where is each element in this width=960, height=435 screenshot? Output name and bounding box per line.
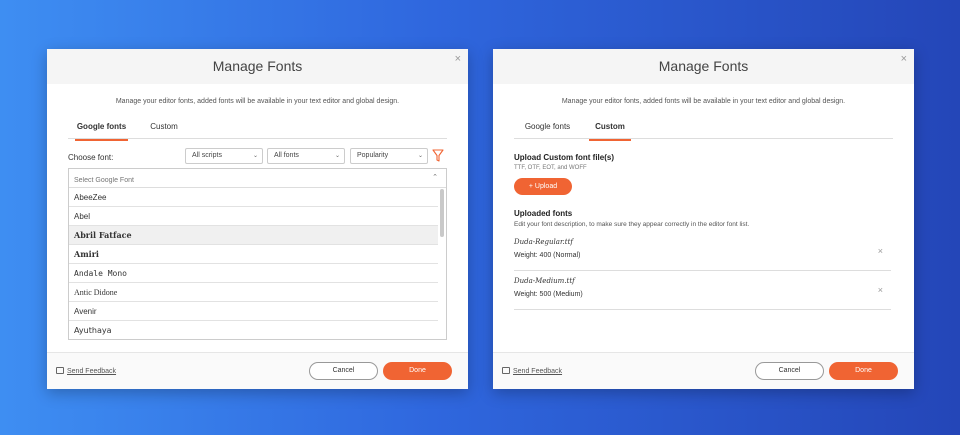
dialog-footer: Send Feedback Cancel Done <box>493 352 914 389</box>
font-list-item[interactable]: Abel <box>69 207 438 226</box>
upload-formats-hint: TTF, OTF, EOT, and WOFF <box>514 165 587 171</box>
tab-custom[interactable]: Custom <box>589 122 631 141</box>
feedback-icon <box>56 367 64 374</box>
fonts-select-value: All fonts <box>274 152 299 159</box>
tab-google-fonts[interactable]: Google fonts <box>75 122 128 141</box>
font-list-item[interactable]: Abril Fatface <box>69 226 438 245</box>
choose-font-label: Choose font: <box>68 153 114 162</box>
chevron-down-icon: ⌄ <box>252 153 258 159</box>
done-button[interactable]: Done <box>829 362 898 380</box>
font-list-item[interactable]: Avenir <box>69 302 438 321</box>
dialog-header: Manage Fonts × <box>47 49 468 84</box>
done-button[interactable]: Done <box>383 362 452 380</box>
send-feedback-label: Send Feedback <box>513 368 563 375</box>
dialog-title: Manage Fonts <box>212 58 303 74</box>
font-list-item[interactable]: Antic Didone <box>69 283 438 302</box>
tab-bar: Google fonts Custom <box>514 119 893 141</box>
uploaded-fonts-title: Uploaded fonts <box>514 209 573 218</box>
dialog-title: Manage Fonts <box>658 58 749 74</box>
uploaded-fonts-description: Edit your font description, to make sure… <box>514 221 750 228</box>
font-search-row: ⌃ <box>69 169 446 190</box>
chevron-down-icon: ⌄ <box>417 153 423 159</box>
font-list-item[interactable]: AbeeZee <box>69 188 438 207</box>
font-list-item[interactable]: Andale Mono <box>69 264 438 283</box>
send-feedback-link[interactable]: Send Feedback <box>502 367 562 375</box>
font-list-item[interactable]: Ayuthaya <box>69 321 438 339</box>
cancel-button[interactable]: Cancel <box>755 362 824 380</box>
tab-bar: Google fonts Custom <box>68 119 447 141</box>
uploaded-font-row: Duda-Medium.ttf Weight: 500 (Medium) × <box>514 274 891 310</box>
chevron-up-icon[interactable]: ⌃ <box>432 173 438 181</box>
upload-button[interactable]: + Upload <box>514 178 572 195</box>
font-list-item[interactable]: Amiri <box>69 245 438 264</box>
plus-icon: + <box>528 183 533 190</box>
filter-icon[interactable] <box>432 149 444 162</box>
dialog-subtitle: Manage your editor fonts, added fonts wi… <box>115 98 400 105</box>
cancel-button[interactable]: Cancel <box>309 362 378 380</box>
uploaded-font-row: Duda-Regular.ttf Weight: 400 (Normal) × <box>514 235 891 271</box>
sort-select[interactable]: Popularity ⌄ <box>350 148 428 164</box>
font-file-weight[interactable]: Weight: 500 (Medium) <box>514 291 583 298</box>
font-search-input[interactable] <box>69 171 409 190</box>
sort-select-value: Popularity <box>357 152 389 159</box>
chevron-down-icon: ⌄ <box>334 153 340 159</box>
dialog-header: Manage Fonts × <box>493 49 914 84</box>
feedback-icon <box>502 367 510 374</box>
fonts-category-select[interactable]: All fonts ⌄ <box>267 148 345 164</box>
dialog-subtitle: Manage your editor fonts, added fonts wi… <box>561 98 846 105</box>
tab-google-fonts[interactable]: Google fonts <box>521 122 574 139</box>
font-items: AbeeZee Abel Abril Fatface Amiri Andale Mono… <box>69 188 446 339</box>
manage-fonts-dialog-custom: Manage Fonts × Manage your editor fonts,… <box>493 49 914 389</box>
send-feedback-link[interactable]: Send Feedback <box>56 367 116 375</box>
dialog-footer: Send Feedback Cancel Done <box>47 352 468 389</box>
upload-section-title: Upload Custom font file(s) <box>514 153 614 162</box>
upload-button-label: Upload <box>534 183 558 190</box>
manage-fonts-dialog-google: Manage Fonts × Manage your editor fonts,… <box>47 49 468 389</box>
list-scrollbar[interactable] <box>440 189 444 237</box>
font-file-name[interactable]: Duda-Regular.ttf <box>514 238 573 246</box>
send-feedback-label: Send Feedback <box>67 368 117 375</box>
tab-custom[interactable]: Custom <box>148 122 180 139</box>
remove-icon[interactable]: × <box>878 285 883 295</box>
font-file-weight[interactable]: Weight: 400 (Normal) <box>514 252 580 259</box>
remove-icon[interactable]: × <box>878 246 883 256</box>
google-font-list: ⌃ AbeeZeeAbelAbril FatfaceAmiriAndale Mo… <box>68 168 447 340</box>
scripts-select[interactable]: All scripts ⌄ <box>185 148 263 164</box>
close-icon[interactable]: × <box>901 54 907 65</box>
close-icon[interactable]: × <box>455 54 461 65</box>
scripts-select-value: All scripts <box>192 152 222 159</box>
font-file-name[interactable]: Duda-Medium.ttf <box>514 277 575 285</box>
